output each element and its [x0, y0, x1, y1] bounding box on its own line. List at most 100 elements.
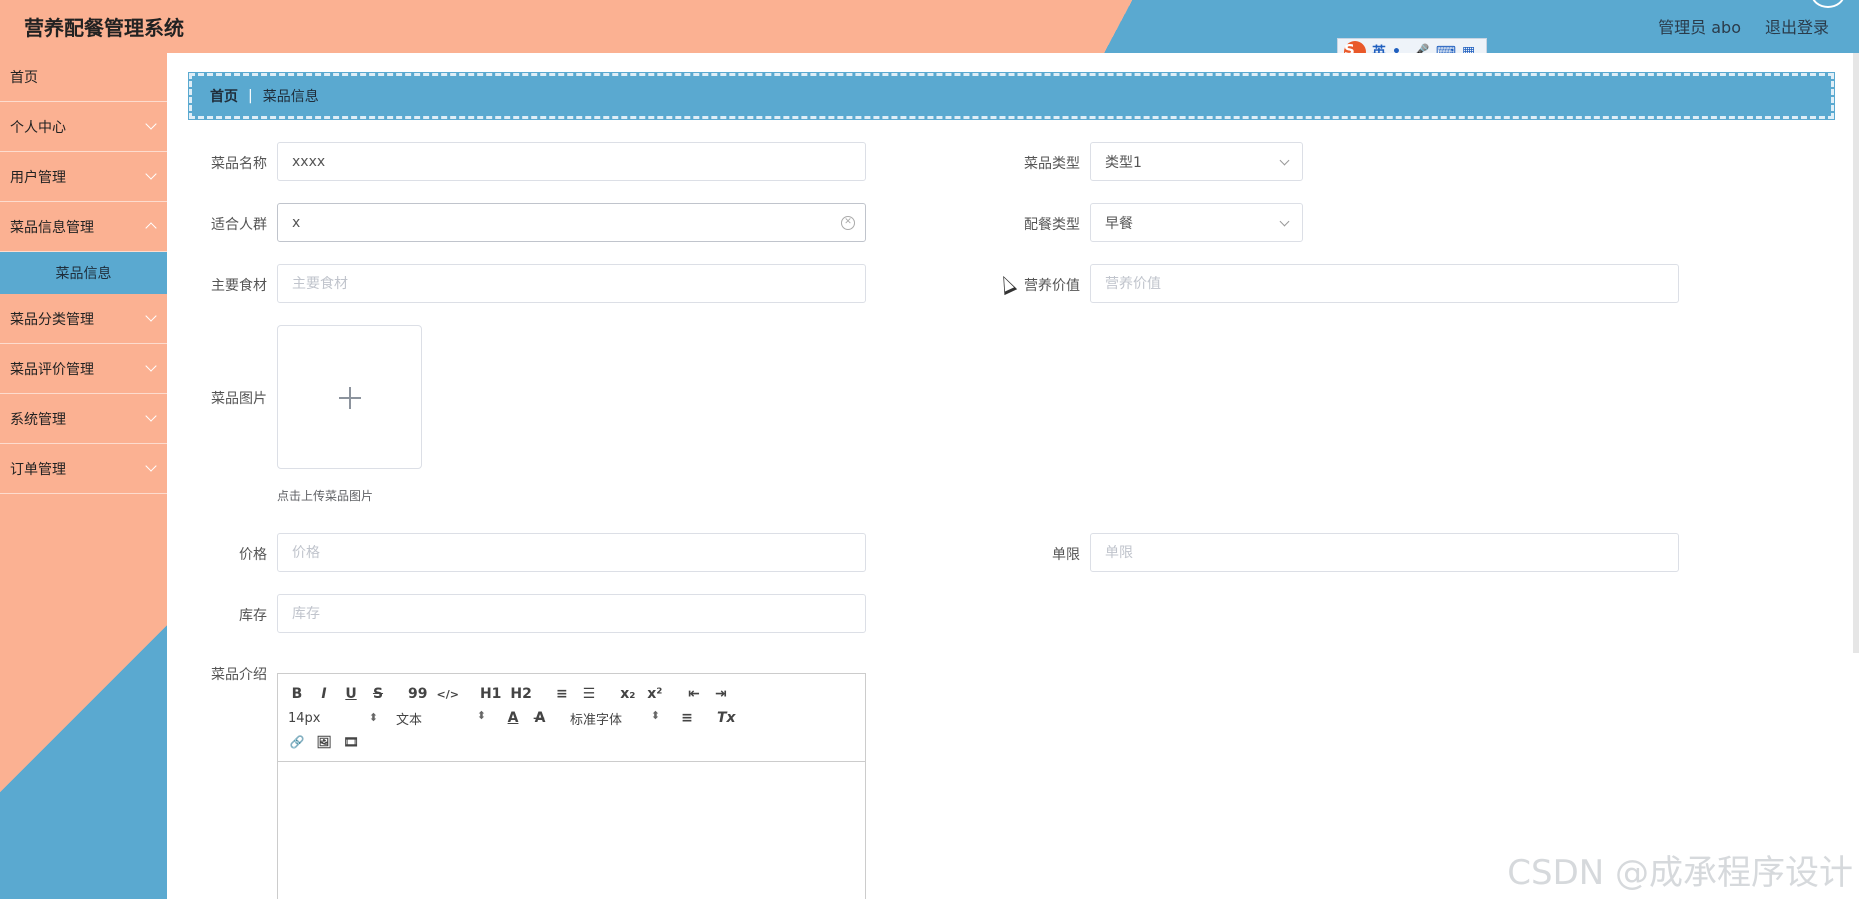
breadcrumb-current: 菜品信息	[262, 89, 319, 105]
chevron-down-icon	[145, 118, 157, 130]
dish-name-field[interactable]	[277, 142, 866, 181]
sidebar: 首页 个人中心 用户管理 菜品信息管理 菜品信息 菜品分类管理 菜品评价管理 系…	[0, 53, 167, 899]
sidebar-item-label: 用户管理	[10, 169, 66, 186]
logout-link[interactable]: 退出登录	[1765, 14, 1829, 38]
watermark: CSDN @成承程序设计	[1507, 853, 1853, 893]
avatar[interactable]	[1811, 0, 1845, 8]
target-crowd-field[interactable]: ✕	[277, 203, 866, 242]
main-ingredients-label: 主要食材	[211, 278, 267, 294]
underline-button[interactable]: U	[342, 686, 360, 702]
link-icon[interactable]: 🔗	[288, 735, 306, 749]
superscript-button[interactable]: x²	[646, 686, 664, 702]
chevron-down-icon	[145, 360, 157, 372]
sidebar-item-home[interactable]: 首页	[0, 53, 167, 102]
breadcrumb: 首页 | 菜品信息	[188, 72, 1835, 120]
toolbar-row-1: B I U S 99 </> H1 H2 ≡ ☰ x₂ x² ⇤ ⇥	[288, 682, 855, 706]
meal-type-label: 配餐类型	[1024, 217, 1080, 233]
target-crowd-label: 适合人群	[211, 217, 267, 233]
plus-icon-vertical	[349, 387, 351, 409]
nutrition-value-input[interactable]	[1105, 275, 1664, 292]
image-icon[interactable]: 🖼	[315, 735, 333, 749]
dish-type-label: 菜品类型	[1024, 156, 1080, 172]
subscript-button[interactable]: x₂	[619, 686, 637, 702]
breadcrumb-home[interactable]: 首页	[210, 86, 238, 106]
dish-type-select[interactable]: 类型1	[1090, 142, 1303, 181]
align-button[interactable]: ≡	[678, 710, 696, 726]
sidebar-item-system-management[interactable]: 系统管理	[0, 394, 167, 444]
order-limit-input[interactable]	[1105, 544, 1664, 561]
current-user: 管理员 abo	[1658, 18, 1741, 37]
bold-button[interactable]: B	[288, 686, 306, 702]
indent-button[interactable]: ⇥	[712, 686, 730, 702]
sidebar-item-label: 菜品分类管理	[10, 311, 94, 328]
sidebar-item-order-management[interactable]: 订单管理	[0, 444, 167, 494]
sidebar-item-label: 订单管理	[10, 461, 66, 478]
app-title: 营养配餐管理系统	[24, 16, 184, 40]
dish-name-label: 菜品名称	[211, 156, 267, 172]
order-limit-label: 单限	[1052, 547, 1080, 563]
price-field[interactable]	[277, 533, 866, 572]
meal-type-select[interactable]: 早餐	[1090, 203, 1303, 242]
dish-intro-label: 菜品介绍	[211, 667, 267, 683]
background-color-button[interactable]: A̶	[531, 710, 549, 726]
dish-name-input[interactable]	[292, 153, 851, 170]
sidebar-item-personal-center[interactable]: 个人中心	[0, 102, 167, 152]
chevron-down-icon	[145, 410, 157, 422]
sidebar-item-label: 菜品信息管理	[10, 219, 94, 236]
dish-image-label: 菜品图片	[211, 391, 267, 407]
ordered-list-button[interactable]: ≡	[553, 686, 571, 702]
main-ingredients-field[interactable]	[277, 264, 866, 303]
main-ingredients-input[interactable]	[292, 275, 851, 292]
font-family-select[interactable]: 标准字体	[570, 709, 660, 728]
strikethrough-button[interactable]: S	[369, 686, 387, 702]
sidebar-item-label: 菜品评价管理	[10, 361, 94, 378]
order-limit-field[interactable]	[1090, 533, 1679, 572]
upload-tip: 点击上传菜品图片	[277, 489, 374, 503]
sidebar-item-dish-category-management[interactable]: 菜品分类管理	[0, 294, 167, 344]
sidebar-item-label: 系统管理	[10, 411, 66, 428]
editor-content-area[interactable]	[278, 762, 865, 899]
toolbar-row-3: 🔗 🖼 🎞	[288, 730, 855, 754]
block-format-select[interactable]: 文本	[396, 709, 486, 728]
heading2-button[interactable]: H2	[510, 686, 531, 702]
sidebar-item-label: 首页	[10, 70, 38, 86]
chevron-down-icon	[145, 168, 157, 180]
italic-button[interactable]: I	[315, 686, 333, 702]
sidebar-item-dish-info-management[interactable]: 菜品信息管理	[0, 202, 167, 252]
stock-field[interactable]	[277, 594, 866, 633]
nutrition-value-field[interactable]	[1090, 264, 1679, 303]
breadcrumb-separator: |	[248, 88, 253, 104]
toolbar-row-2: 14px 文本 A A̶ 标准字体 ≡ Tx	[288, 706, 855, 730]
chevron-down-icon	[1279, 155, 1290, 166]
meal-type-value: 早餐	[1105, 215, 1133, 232]
code-button[interactable]: </>	[436, 688, 458, 701]
blockquote-button[interactable]: 99	[408, 686, 427, 702]
bullet-list-button[interactable]: ☰	[580, 686, 598, 702]
top-header: 营养配餐管理系统 管理员 abo 退出登录	[0, 0, 1859, 53]
rich-text-editor[interactable]: B I U S 99 </> H1 H2 ≡ ☰ x₂ x² ⇤ ⇥ 14px …	[277, 673, 866, 899]
outdent-button[interactable]: ⇤	[685, 686, 703, 702]
font-size-select[interactable]: 14px	[288, 711, 378, 726]
chevron-down-icon	[1279, 216, 1290, 227]
sidebar-item-label: 个人中心	[10, 119, 66, 136]
clear-format-button[interactable]: Tx	[717, 710, 736, 726]
stock-label: 库存	[239, 608, 267, 624]
dish-image-uploader[interactable]	[277, 325, 422, 469]
target-crowd-input[interactable]	[292, 214, 851, 231]
heading1-button[interactable]: H1	[480, 686, 501, 702]
dish-type-value: 类型1	[1105, 154, 1142, 171]
sidebar-item-user-management[interactable]: 用户管理	[0, 152, 167, 202]
chevron-down-icon	[145, 310, 157, 322]
clear-icon[interactable]: ✕	[841, 216, 855, 230]
page-scrollbar[interactable]	[1853, 53, 1859, 653]
main-content: 首页 | 菜品信息 菜品名称 菜品类型 类型1 适合人群 ✕ 配餐类型 早餐 主…	[167, 53, 1859, 899]
video-icon[interactable]: 🎞	[342, 735, 360, 749]
font-color-button[interactable]: A	[504, 710, 522, 726]
sidebar-subitem-dish-info[interactable]: 菜品信息	[0, 252, 167, 294]
sidebar-item-dish-review-management[interactable]: 菜品评价管理	[0, 344, 167, 394]
chevron-down-icon	[145, 460, 157, 472]
price-input[interactable]	[292, 544, 851, 561]
stock-input[interactable]	[292, 605, 851, 622]
price-label: 价格	[239, 547, 267, 563]
editor-toolbar: B I U S 99 </> H1 H2 ≡ ☰ x₂ x² ⇤ ⇥ 14px …	[278, 674, 865, 762]
